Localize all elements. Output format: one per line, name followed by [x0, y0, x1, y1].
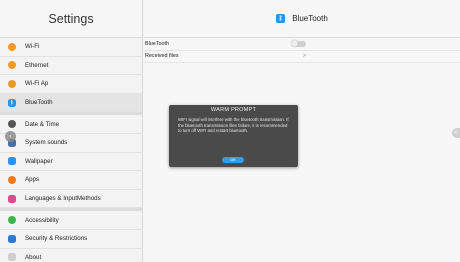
floating-back-icon[interactable]: ‹ — [5, 131, 16, 142]
sidebar-item-system-sounds[interactable]: System sounds — [0, 134, 142, 153]
sidebar-item-label: Security & Restrictions — [25, 235, 88, 243]
sidebar-item-security[interactable]: Security & Restrictions — [0, 230, 142, 249]
sidebar-title: Settings — [0, 0, 142, 38]
sidebar-item-languages[interactable]: Languages & InputMethods — [0, 190, 142, 209]
sidebar-item-label: Languages & InputMethods — [25, 195, 101, 203]
sidebar-item-apps[interactable]: Apps — [0, 171, 142, 190]
sidebar-item-label: Wi-Fi — [25, 43, 40, 51]
apps-icon — [8, 175, 16, 184]
wifi-icon — [8, 42, 16, 51]
bluetooth-icon: ᛒ — [8, 98, 16, 107]
clock-icon — [8, 120, 16, 129]
dialog-message: WIFI signal will interfere with the blue… — [178, 117, 289, 133]
hotspot-icon — [8, 79, 16, 88]
row-label: Received files — [145, 53, 179, 60]
sidebar-item-label: Accessibility — [25, 216, 59, 224]
chevron-right-icon: > — [303, 53, 306, 60]
sidebar-item-label: Apps — [25, 176, 40, 184]
sidebar-item-wallpaper[interactable]: Wallpaper — [0, 153, 142, 172]
sidebar-item-wifi[interactable]: Wi-Fi — [0, 38, 142, 57]
bluetooth-toggle[interactable] — [291, 40, 306, 48]
sidebar-item-label: Wallpaper — [25, 157, 53, 165]
ok-button[interactable]: OK — [222, 156, 244, 163]
dialog-title: WARM PROMPT — [210, 107, 257, 113]
sidebar-item-accessibility[interactable]: Accessibility — [0, 211, 142, 230]
about-icon — [8, 253, 16, 262]
security-icon — [8, 234, 16, 243]
settings-screen: Settings Wi-Fi Ethernet Wi-Fi Ap ᛒ BlueT… — [0, 0, 460, 262]
sidebar-item-label: BlueTooth — [25, 99, 53, 107]
sidebar-item-about[interactable]: About — [0, 249, 142, 262]
edge-panel-handle[interactable]: < — [452, 128, 460, 138]
language-icon — [8, 194, 16, 203]
bluetooth-setting-row[interactable]: BlueTooth — [144, 38, 460, 51]
page-title: BlueTooth — [292, 14, 328, 23]
accessibility-icon — [8, 216, 16, 225]
row-label: BlueTooth — [145, 40, 169, 47]
sidebar-item-bluetooth[interactable]: ᛒ BlueTooth — [0, 93, 142, 113]
sidebar-item-label: About — [25, 253, 42, 261]
sidebar-item-label: Ethernet — [25, 61, 49, 69]
received-files-row[interactable]: Received files > — [144, 51, 460, 63]
sidebar-item-label: Date & Time — [25, 120, 60, 128]
settings-sidebar: Settings Wi-Fi Ethernet Wi-Fi Ap ᛒ BlueT… — [0, 0, 143, 262]
sidebar-item-wifi-ap[interactable]: Wi-Fi Ap — [0, 75, 142, 94]
sidebar-menu: Wi-Fi Ethernet Wi-Fi Ap ᛒ BlueTooth Date… — [0, 38, 142, 262]
sidebar-item-label: System sounds — [25, 139, 68, 147]
wallpaper-icon — [8, 157, 16, 166]
sidebar-item-label: Wi-Fi Ap — [25, 80, 49, 88]
detail-header: ᛒ BlueTooth — [144, 0, 460, 38]
sidebar-item-ethernet[interactable]: Ethernet — [0, 57, 142, 76]
ethernet-icon — [8, 61, 16, 70]
bluetooth-icon: ᛒ — [276, 14, 286, 23]
warm-prompt-dialog: WARM PROMPT WIFI signal will interfere w… — [169, 105, 298, 167]
sidebar-item-date-time[interactable]: Date & Time — [0, 115, 142, 134]
